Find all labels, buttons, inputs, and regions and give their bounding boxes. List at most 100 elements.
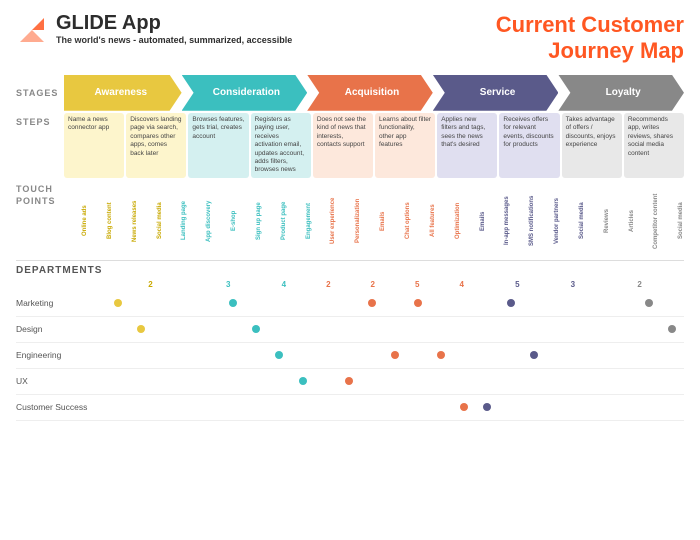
dept-name-0: Marketing	[16, 298, 106, 308]
logo-subtitle: The world's news - automated, summarized…	[56, 35, 292, 45]
dept-dot-1-2	[668, 325, 676, 333]
stages-arrows: Awareness Consideration Acquisition Serv…	[64, 75, 684, 111]
tp-item-17: In-app messages	[486, 186, 510, 256]
dept-dot-3-0	[299, 377, 307, 385]
tp-item-6: E-shop	[213, 186, 237, 256]
count-item-8: 3	[551, 280, 595, 289]
tp-item-4: Landing page	[163, 186, 187, 256]
tp-item-11: Personalization	[337, 186, 361, 256]
tp-item-2: News releases	[114, 186, 138, 256]
dept-dot-2-0	[275, 351, 283, 359]
tp-item-8: Product page	[263, 186, 287, 256]
dept-name-1: Design	[16, 324, 106, 334]
dept-name-4: Customer Success	[16, 402, 106, 412]
tp-item-9: Engagement	[288, 186, 312, 256]
steps-row: STEPS Name a news connector appDiscovers…	[0, 113, 700, 178]
stage-loyalty: Loyalty	[558, 75, 684, 111]
dept-grid: Marketing Design Engineering UX Customer Suc…	[16, 291, 684, 421]
step-box-3: Registers as paying user, receives activ…	[251, 113, 311, 178]
page-title: Current Customer Journey Map	[496, 12, 684, 65]
dept-row-4: Customer Success	[16, 395, 684, 421]
tp-item-24: Social media	[660, 186, 684, 256]
step-box-8: Takes advantage of offers / discounts, e…	[562, 113, 622, 178]
touchpoints-section: TOUCHPOINTS Online adsBlog contentNews r…	[0, 184, 700, 256]
count-item-5: 5	[395, 280, 439, 289]
tp-item-7: Sign up page	[238, 186, 262, 256]
dept-dots-1	[106, 317, 684, 342]
dept-dot-0-4	[507, 299, 515, 307]
dept-row-2: Engineering	[16, 343, 684, 369]
tp-item-0: Online ads	[64, 186, 88, 256]
dept-dots-3	[106, 369, 684, 394]
step-box-7: Receives offers for relevant events, dis…	[499, 113, 559, 178]
step-box-9: Recommends app, writes reviews, shares s…	[624, 113, 684, 178]
dept-dot-4-0	[460, 403, 468, 411]
dept-dot-2-1	[391, 351, 399, 359]
step-box-0: Name a news connector app	[64, 113, 124, 178]
dept-name-2: Engineering	[16, 350, 106, 360]
stages-row: STAGES Awareness Consideration Acquisiti…	[0, 75, 700, 111]
tp-item-22: Articles	[611, 186, 635, 256]
stage-awareness: Awareness	[64, 75, 182, 111]
logo-title: GLIDE App	[56, 12, 292, 35]
dept-row-3: UX	[16, 369, 684, 395]
tp-item-21: Reviews	[586, 186, 610, 256]
count-item-2: 4	[262, 280, 306, 289]
stages-label: STAGES	[16, 88, 64, 98]
count-item-4: 2	[351, 280, 395, 289]
logo-area: GLIDE App The world's news - automated, …	[16, 12, 292, 46]
dept-dot-0-5	[645, 299, 653, 307]
dept-dot-0-0	[114, 299, 122, 307]
dept-dot-2-2	[437, 351, 445, 359]
logo-subtitle-bold: The world's news	[56, 35, 131, 45]
departments-label: DEPARTMENTS	[16, 265, 684, 276]
stage-consideration: Consideration	[182, 75, 308, 111]
dept-dot-0-3	[414, 299, 422, 307]
touchpoints-items: Online adsBlog contentNews releasesSocia…	[64, 184, 684, 256]
tp-item-1: Blog content	[89, 186, 113, 256]
tp-item-15: Optimization	[437, 186, 461, 256]
tp-item-19: Vendor partners	[536, 186, 560, 256]
tp-item-14: All features	[412, 186, 436, 256]
dept-dot-0-2	[368, 299, 376, 307]
count-item-6: 4	[439, 280, 483, 289]
dept-dot-1-0	[137, 325, 145, 333]
dept-dot-3-1	[345, 377, 353, 385]
step-box-6: Applies new filters and tags, sees the n…	[437, 113, 497, 178]
count-item-9: 2	[595, 280, 684, 289]
dept-dots-2	[106, 343, 684, 368]
step-box-2: Browses features, gets trial, creates ac…	[188, 113, 248, 178]
dept-dot-4-1	[483, 403, 491, 411]
count-item-3: 2	[306, 280, 350, 289]
step-box-4: Does not see the kind of news that inter…	[313, 113, 373, 178]
dept-row-1: Design	[16, 317, 684, 343]
departments-section: DEPARTMENTS 2342254532 MarketingDesignEn…	[0, 265, 700, 421]
dept-row-0: Marketing	[16, 291, 684, 317]
count-item-7: 5	[484, 280, 551, 289]
tp-item-16: Emails	[462, 186, 486, 256]
tp-item-20: Social media	[561, 186, 585, 256]
logo-text-block: GLIDE App The world's news - automated, …	[56, 12, 292, 45]
steps-label: STEPS	[16, 117, 64, 127]
tp-item-23: Competitor content	[635, 186, 659, 256]
tp-item-5: App discovery	[188, 186, 212, 256]
dept-dot-0-1	[229, 299, 237, 307]
count-item-1: 3	[195, 280, 262, 289]
tp-item-18: SMS notifications	[511, 186, 535, 256]
header: GLIDE App The world's news - automated, …	[0, 0, 700, 71]
dept-dot-2-3	[530, 351, 538, 359]
step-box-1: Discovers landing page via search, compa…	[126, 113, 186, 178]
count-row: 2342254532	[106, 280, 684, 289]
dept-dots-0	[106, 291, 684, 316]
tp-item-3: Social media	[139, 186, 163, 256]
tp-item-13: Chat options	[387, 186, 411, 256]
tp-item-10: User experience	[312, 186, 336, 256]
stage-service: Service	[433, 75, 559, 111]
dept-dot-1-1	[252, 325, 260, 333]
touchpoints-label: TOUCHPOINTS	[16, 184, 64, 207]
dept-name-3: UX	[16, 376, 106, 386]
dept-dots-4	[106, 395, 684, 420]
tp-item-12: Emails	[362, 186, 386, 256]
count-item-0: 2	[106, 280, 195, 289]
stage-acquisition: Acquisition	[307, 75, 433, 111]
